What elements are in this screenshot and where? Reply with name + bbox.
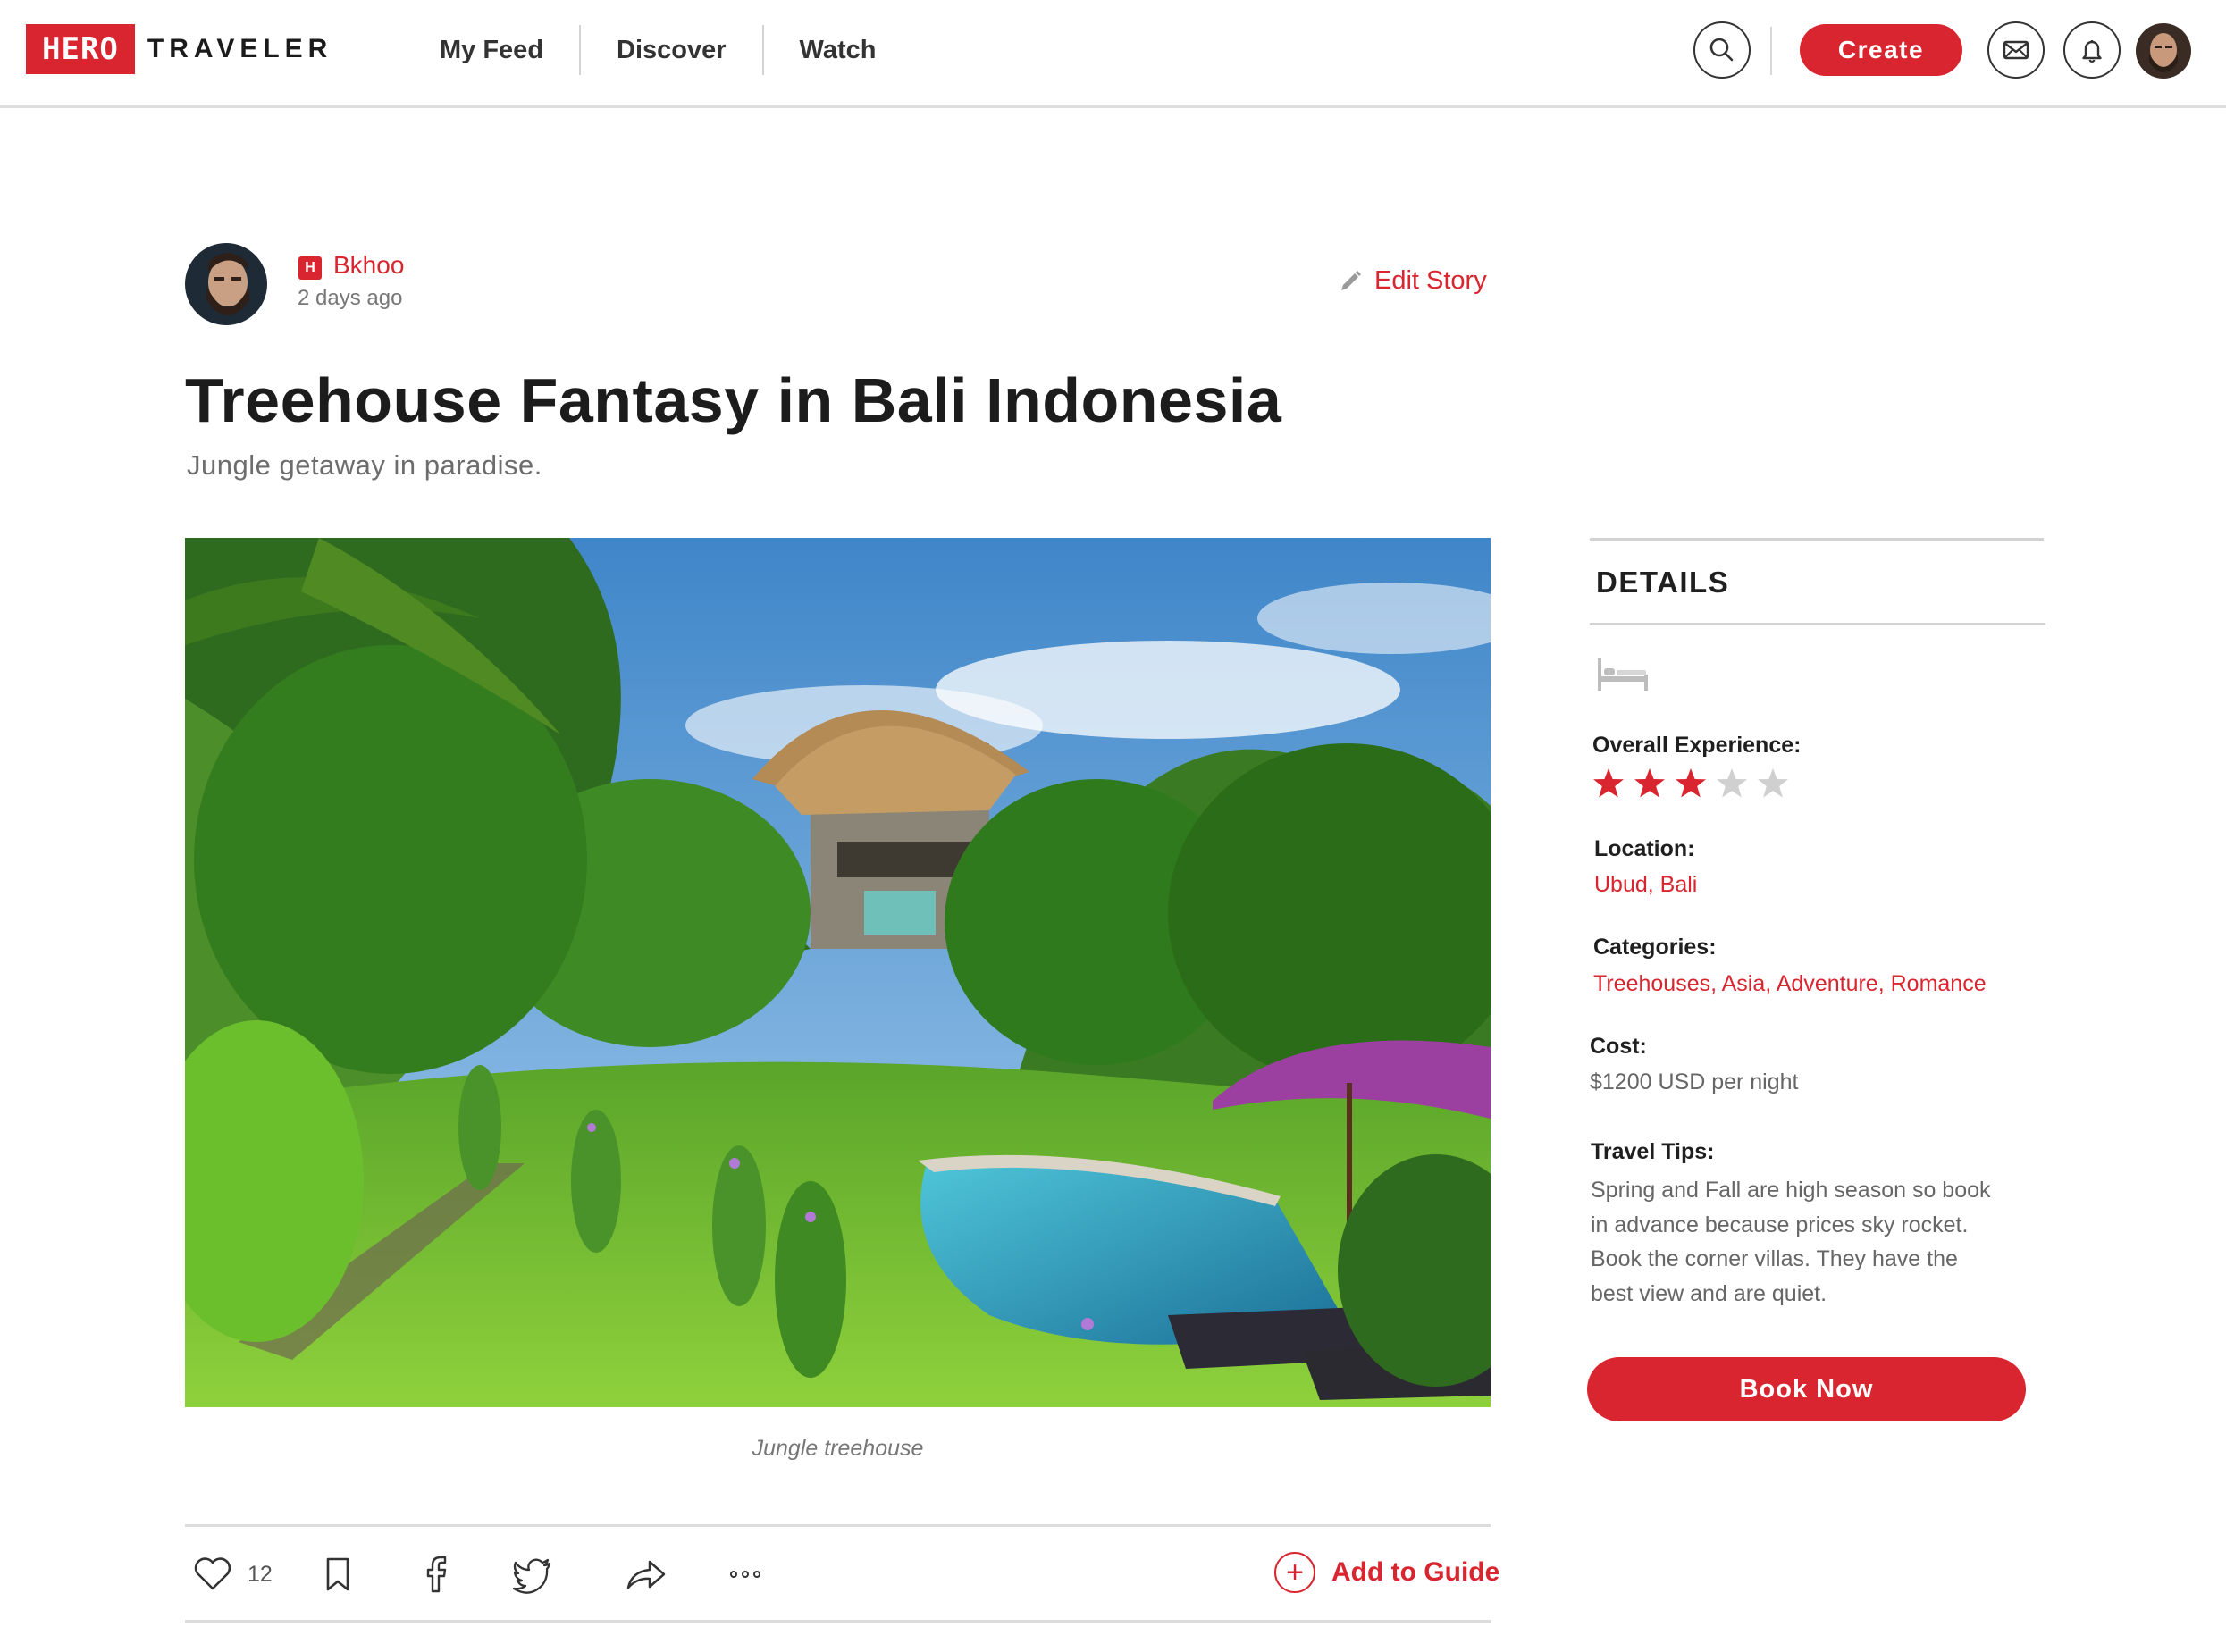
bell-icon bbox=[2082, 40, 2102, 63]
story-subtitle: Jungle getaway in paradise. bbox=[187, 449, 542, 481]
like-button[interactable]: 12 bbox=[190, 1549, 273, 1599]
nav-discover[interactable]: Discover bbox=[581, 25, 762, 75]
facebook-icon bbox=[426, 1556, 447, 1593]
mail-icon bbox=[2003, 40, 2029, 60]
cost-label: Cost: bbox=[1590, 1034, 1647, 1059]
logo-wordmark: TRAVELER bbox=[147, 34, 333, 63]
post-timestamp: 2 days ago bbox=[298, 286, 403, 310]
divider bbox=[185, 1620, 1491, 1623]
nav-my-feed[interactable]: My Feed bbox=[418, 25, 579, 75]
create-button[interactable]: Create bbox=[1800, 24, 1962, 76]
travel-tips-label: Travel Tips: bbox=[1591, 1139, 1715, 1164]
search-icon bbox=[1709, 38, 1734, 62]
hero-traveler-logo[interactable]: HERO TRAVELER bbox=[26, 24, 332, 74]
bookmark-button[interactable] bbox=[315, 1549, 360, 1599]
search-button[interactable] bbox=[1693, 21, 1751, 79]
star-filled-icon bbox=[1676, 768, 1706, 798]
details-heading: DETAILS bbox=[1596, 566, 1730, 599]
bookmark-icon bbox=[326, 1557, 349, 1591]
like-count: 12 bbox=[248, 1561, 273, 1587]
bed-icon bbox=[1598, 658, 1648, 691]
author-avatar[interactable] bbox=[185, 243, 267, 325]
nav-watch[interactable]: Watch bbox=[764, 25, 912, 75]
story-cover-image[interactable] bbox=[185, 538, 1491, 1407]
location-link[interactable]: Ubud, Bali bbox=[1594, 872, 1697, 898]
star-filled-icon bbox=[1634, 768, 1665, 798]
nav-divider bbox=[1770, 27, 1772, 75]
image-caption: Jungle treehouse bbox=[752, 1436, 924, 1461]
categories-links[interactable]: Treehouses, Asia, Adventure, Romance bbox=[1593, 971, 1987, 997]
travel-tips-line: Spring and Fall are high season so book bbox=[1591, 1178, 1991, 1203]
divider bbox=[1590, 623, 2045, 625]
travel-tips-line: in advance because prices sky rocket. bbox=[1591, 1212, 1969, 1237]
add-to-guide-button[interactable]: + Add to Guide bbox=[1274, 1552, 1499, 1593]
book-now-button[interactable]: Book Now bbox=[1587, 1357, 2026, 1421]
star-empty-icon bbox=[1758, 768, 1788, 798]
share-icon bbox=[626, 1560, 666, 1589]
star-filled-icon bbox=[1593, 768, 1624, 798]
pencil-icon bbox=[1341, 270, 1361, 290]
user-avatar[interactable] bbox=[2136, 23, 2191, 79]
travel-tips-line: Book the corner villas. They have the bbox=[1591, 1246, 1958, 1271]
notifications-button[interactable] bbox=[2063, 21, 2121, 79]
top-navigation-bar: HERO TRAVELER My Feed Discover Watch Cre… bbox=[0, 0, 2226, 108]
twitter-share-button[interactable] bbox=[510, 1549, 555, 1599]
edit-story-button[interactable]: Edit Story bbox=[1337, 266, 1487, 296]
star-empty-icon bbox=[1717, 768, 1747, 798]
divider bbox=[185, 1524, 1491, 1527]
travel-tips-text: Spring and Fall are high season so book … bbox=[1591, 1173, 2011, 1311]
plus-circle-icon: + bbox=[1274, 1552, 1315, 1593]
rating-stars bbox=[1591, 766, 1796, 801]
main-nav: My Feed Discover Watch bbox=[418, 25, 911, 75]
add-to-guide-label: Add to Guide bbox=[1331, 1557, 1500, 1587]
messages-button[interactable] bbox=[1987, 21, 2045, 79]
author-name-link[interactable]: Bkhoo bbox=[333, 251, 404, 280]
overall-experience-label: Overall Experience: bbox=[1592, 733, 1802, 758]
more-icon bbox=[730, 1571, 760, 1578]
hero-badge: H bbox=[298, 256, 322, 280]
twitter-icon bbox=[512, 1558, 551, 1594]
heart-icon bbox=[194, 1557, 231, 1590]
location-label: Location: bbox=[1594, 836, 1695, 861]
edit-story-label: Edit Story bbox=[1374, 266, 1487, 295]
divider bbox=[1590, 538, 2044, 541]
more-options-button[interactable] bbox=[723, 1549, 768, 1599]
travel-tips-line: best view and are quiet. bbox=[1591, 1280, 1827, 1306]
categories-label: Categories: bbox=[1593, 935, 1717, 960]
story-title: Treehouse Fantasy in Bali Indonesia bbox=[185, 365, 1282, 435]
cost-value: $1200 USD per night bbox=[1590, 1069, 1799, 1094]
facebook-share-button[interactable] bbox=[414, 1549, 458, 1599]
share-button[interactable] bbox=[623, 1549, 668, 1599]
logo-mark: HERO bbox=[26, 24, 135, 74]
